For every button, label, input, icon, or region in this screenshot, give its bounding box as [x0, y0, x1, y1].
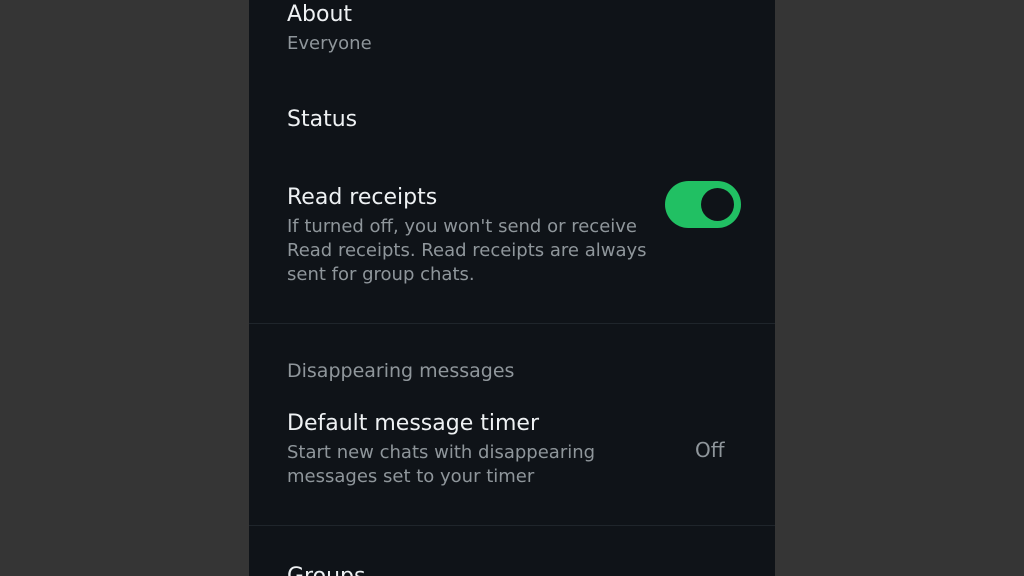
divider	[249, 323, 775, 324]
read-receipts-toggle[interactable]	[665, 181, 741, 228]
privacy-settings-panel: About Everyone Status Read receipts If t…	[249, 0, 775, 576]
status-row[interactable]: Status	[249, 80, 775, 160]
groups-label: Groups	[287, 564, 365, 576]
about-value: Everyone	[287, 33, 372, 54]
read-receipts-description: If turned off, you won't send or receive…	[287, 216, 647, 285]
status-label: Status	[287, 107, 358, 132]
about-label: About	[287, 2, 353, 27]
disappearing-messages-heading: Disappearing messages	[287, 360, 515, 382]
groups-row[interactable]: Groups	[249, 540, 775, 576]
default-message-timer-label: Default message timer	[287, 411, 539, 436]
divider	[249, 525, 775, 526]
default-message-timer-value: Off	[695, 438, 725, 462]
default-message-timer-description: Start new chats with disappearing messag…	[287, 442, 596, 487]
about-row[interactable]: About Everyone	[249, 0, 775, 70]
read-receipts-label: Read receipts	[287, 185, 438, 210]
toggle-knob	[701, 188, 734, 221]
